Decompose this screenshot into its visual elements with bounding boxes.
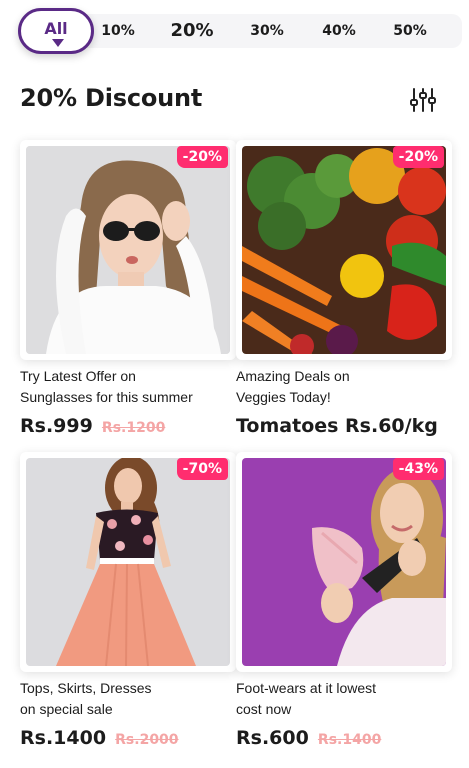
tab-active-pointer-icon bbox=[52, 39, 64, 47]
product-image bbox=[242, 458, 446, 666]
tab-40[interactable]: 40% bbox=[313, 16, 365, 46]
product-image-frame: -43% bbox=[236, 452, 452, 672]
description-line: Foot-wears at it lowest bbox=[236, 680, 377, 696]
product-image bbox=[26, 146, 230, 354]
filter-button[interactable] bbox=[408, 86, 438, 114]
product-price: Rs.600 bbox=[236, 727, 309, 749]
tab-30[interactable]: 30% bbox=[241, 16, 293, 46]
discount-badge: -43% bbox=[392, 458, 444, 480]
discount-tabs: 10% 20% 30% 40% 50% All bbox=[16, 8, 462, 54]
discount-badge: -70% bbox=[176, 458, 228, 480]
section-title: 20% Discount bbox=[20, 84, 203, 112]
price-row: Tomatoes Rs.60/kg bbox=[236, 415, 438, 437]
product-price: Tomatoes Rs.60/kg bbox=[236, 415, 438, 437]
product-old-price: Rs.1200 bbox=[101, 420, 166, 436]
price-row: Rs.600 Rs.1400 bbox=[236, 727, 381, 749]
discount-badge: -20% bbox=[392, 146, 444, 168]
tab-all[interactable]: All bbox=[18, 8, 94, 54]
description-line: Tops, Skirts, Dresses bbox=[20, 680, 152, 696]
product-description: Foot-wears at it lowest cost now bbox=[236, 678, 452, 720]
product-image-frame: -20% bbox=[20, 140, 236, 360]
description-line: cost now bbox=[236, 701, 292, 717]
product-image-frame: -20% bbox=[236, 140, 452, 360]
description-line: Veggies Today! bbox=[236, 389, 331, 405]
product-old-price: Rs.2000 bbox=[115, 732, 179, 748]
product-price: Rs.1400 bbox=[20, 727, 107, 749]
description-line: Sunglasses for this summer bbox=[20, 389, 193, 405]
price-row: Rs.1400 Rs.2000 bbox=[20, 727, 179, 749]
product-description: Amazing Deals on Veggies Today! bbox=[236, 366, 452, 408]
sliders-icon bbox=[410, 88, 436, 112]
description-line: Amazing Deals on bbox=[236, 368, 350, 384]
product-image-frame: -70% bbox=[20, 452, 236, 672]
tab-20[interactable]: 20% bbox=[166, 16, 218, 46]
tab-10[interactable]: 10% bbox=[92, 16, 144, 46]
product-image bbox=[242, 146, 446, 354]
product-image bbox=[26, 458, 230, 666]
product-description: Try Latest Offer on Sunglasses for this … bbox=[20, 366, 236, 408]
discount-badge: -20% bbox=[176, 146, 228, 168]
price-row: Rs.999 Rs.1200 bbox=[20, 415, 165, 437]
tab-all-label: All bbox=[44, 19, 68, 38]
product-price: Rs.999 bbox=[20, 415, 93, 437]
tab-50[interactable]: 50% bbox=[384, 16, 436, 46]
description-line: on special sale bbox=[20, 701, 113, 717]
product-old-price: Rs.1400 bbox=[317, 732, 382, 748]
description-line: Try Latest Offer on bbox=[20, 368, 136, 384]
product-description: Tops, Skirts, Dresses on special sale bbox=[20, 678, 236, 720]
